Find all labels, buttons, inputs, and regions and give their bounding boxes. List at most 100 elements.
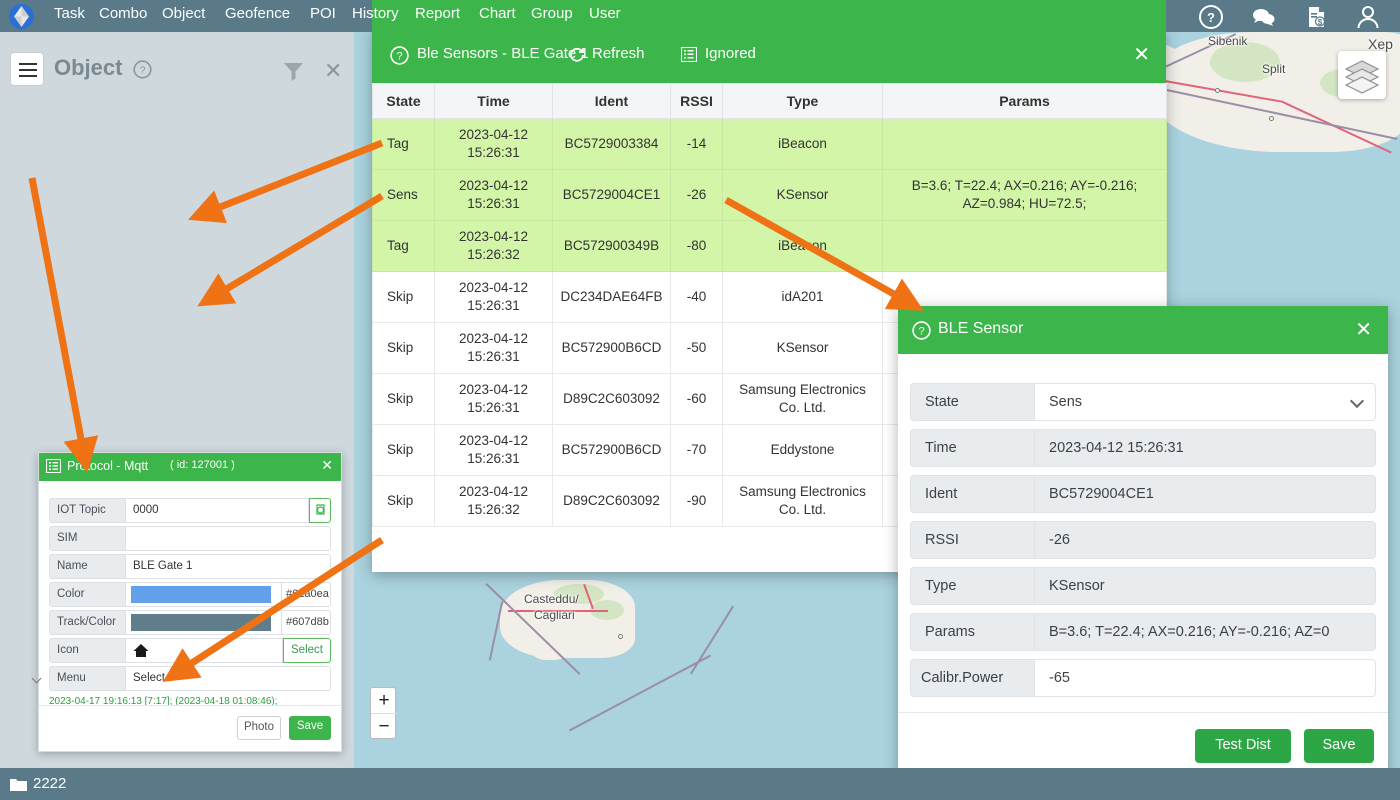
sim-input[interactable] [125,526,331,551]
user-account-icon[interactable] [1355,4,1381,30]
params-value: B=3.6; T=22.4; AX=0.216; AY=-0.216; AZ=0 [1034,613,1376,651]
folder-icon[interactable] [10,777,27,791]
nav-item-geofence[interactable]: Geofence [225,5,290,22]
cell-rssi: -26 [670,169,723,221]
list-icon [680,46,698,63]
help-circle-icon[interactable]: ? [390,46,409,65]
close-x-icon[interactable]: ✕ [1355,317,1372,342]
cell-time: 2023-04-12 15:26:31 [434,322,553,374]
column-header-time[interactable]: Time [434,83,553,119]
icon-select-button[interactable]: Select [283,638,331,663]
column-header-type[interactable]: Type [722,83,883,119]
nav-item-chart[interactable]: Chart [479,5,516,22]
nav-item-history[interactable]: History [352,5,399,22]
calibr-power-input[interactable]: -65 [1034,659,1376,697]
protocol-mqtt-footer: Photo Save [39,705,341,751]
map-label-split: Split [1262,62,1286,76]
protocol-mqtt-title: Protocol - Mqtt [67,459,149,473]
cell-time: 2023-04-12 15:26:31 [434,169,553,221]
nav-item-combo[interactable]: Combo [99,5,147,22]
color-hex-value[interactable]: #62a0ea [281,582,331,607]
invoice-icon[interactable]: $ [1303,4,1329,30]
cell-params [882,220,1167,272]
cell-time: 2023-04-12 15:26:31 [434,424,553,476]
cell-type: iBeacon [722,220,883,272]
ignored-button[interactable]: Ignored [680,45,756,63]
field-label: Ident [910,475,1034,513]
dialog-title: Ble Sensors - BLE Gate 1 [417,45,589,62]
cell-time: 2023-04-12 15:26:31 [434,271,553,323]
cell-rssi: -60 [670,373,723,425]
cell-time: 2023-04-12 15:26:31 [434,373,553,425]
svg-text:?: ? [140,65,146,77]
cell-state: Skip [372,424,435,476]
help-circle-icon[interactable]: ? [912,321,931,340]
field-label: IOT Topic [49,498,125,523]
cell-state: Skip [372,322,435,374]
track-color-swatch[interactable] [131,614,271,631]
track-color-hex-value[interactable]: #607d8b [281,610,331,635]
column-header-state[interactable]: State [372,83,435,119]
nav-item-group[interactable]: Group [531,5,573,22]
cell-state: Sens [372,169,435,221]
field-row-calibr-power: Calibr.Power -65 [910,659,1376,697]
chat-icon[interactable] [1250,4,1276,30]
menu-select[interactable]: Select [125,666,331,691]
filter-funnel-icon[interactable] [283,61,304,86]
field-label: Name [49,554,125,579]
field-row-type: Type KSensor [910,567,1376,605]
field-row-state: State Sens [910,383,1376,421]
help-icon[interactable]: ? [1198,4,1224,30]
map-label-casteddu: Casteddu/ [524,592,579,606]
test-dist-button[interactable]: Test Dist [1195,729,1291,763]
rssi-value: -26 [1034,521,1376,559]
iot-topic-input[interactable]: 0000 [125,498,309,523]
cell-rssi: -80 [670,220,723,272]
nav-item-poi[interactable]: POI [310,5,336,22]
cell-type: Samsung Electronics Co. Ltd. [722,475,883,527]
close-x-icon[interactable]: ✕ [321,457,333,474]
column-header-rssi[interactable]: RSSI [670,83,723,119]
layers-stack-icon[interactable] [1338,51,1386,99]
refresh-button[interactable]: Refresh [570,45,645,62]
close-x-icon[interactable]: ✕ [1133,42,1150,67]
protocol-list-icon [45,458,62,474]
cell-type: idA201 [722,271,883,323]
nav-item-user[interactable]: User [589,5,621,22]
cell-time: 2023-04-12 15:26:32 [434,475,553,527]
table-row[interactable]: Tag 2023-04-12 15:26:31 BC5729003384 -14… [372,118,1167,170]
cell-ident: DC234DAE64FB [552,271,671,323]
zoom-out-button[interactable]: − [371,714,397,740]
column-header-ident[interactable]: Ident [552,83,671,119]
color-swatch[interactable] [131,586,271,603]
photo-button[interactable]: Photo [237,716,281,740]
cell-params [882,118,1167,170]
cell-state: Tag [372,118,435,170]
help-circle-icon[interactable]: ? [133,60,152,79]
field-label: Menu [49,666,125,691]
field-row-time: Time 2023-04-12 15:26:31 [910,429,1376,467]
table-row[interactable]: Sens 2023-04-12 15:26:31 BC5729004CE1 -2… [372,169,1167,221]
state-select[interactable]: Sens [1034,383,1376,421]
copy-green-icon[interactable] [309,498,331,523]
zoom-in-button[interactable]: + [371,688,397,714]
column-header-params[interactable]: Params [882,83,1167,119]
ble-sensor-header: ? BLE Sensor ✕ [898,306,1388,354]
field-label: State [910,383,1034,421]
cell-rssi: -70 [670,424,723,476]
save-button[interactable]: Save [1304,729,1374,763]
name-input[interactable]: BLE Gate 1 [125,554,331,579]
cell-time: 2023-04-12 15:26:32 [434,220,553,272]
compass-logo-icon[interactable] [8,3,35,30]
save-button[interactable]: Save [289,716,331,740]
nav-item-report[interactable]: Report [415,5,460,22]
hamburger-menu-icon[interactable] [10,52,44,86]
nav-item-task[interactable]: Task [54,5,85,22]
type-value: KSensor [1034,567,1376,605]
field-label: Icon [49,638,125,663]
field-row-rssi: RSSI -26 [910,521,1376,559]
close-x-icon[interactable]: ✕ [324,60,342,82]
nav-item-object[interactable]: Object [162,5,205,22]
table-row[interactable]: Tag 2023-04-12 15:26:32 BC572900349B -80… [372,220,1167,272]
cell-time: 2023-04-12 15:26:31 [434,118,553,170]
